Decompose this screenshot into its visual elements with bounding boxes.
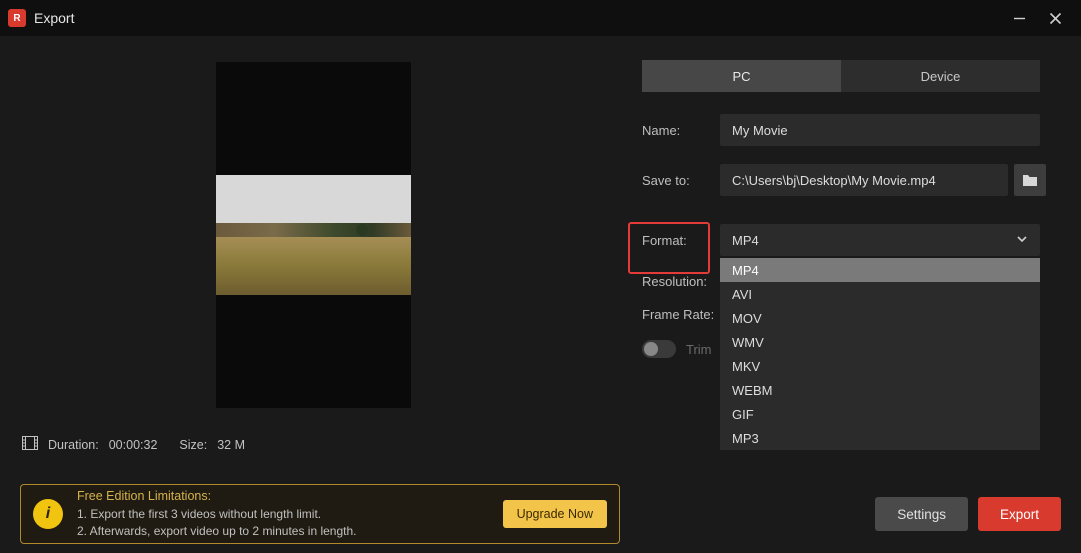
- format-select[interactable]: MP4: [720, 224, 1040, 256]
- app-logo: R: [8, 9, 26, 27]
- format-option-webm[interactable]: WEBM: [720, 378, 1040, 402]
- limitations-line1: 1. Export the first 3 videos without len…: [77, 506, 357, 523]
- format-option-wmv[interactable]: WMV: [720, 330, 1040, 354]
- name-label: Name:: [642, 123, 720, 138]
- resolution-label: Resolution:: [642, 274, 720, 289]
- video-meta: Duration: 00:00:32 Size: 32 M: [22, 436, 245, 453]
- format-row: Format: MP4 MP4 AVI MOV WMV MKV WEBM GIF: [642, 224, 1057, 256]
- format-option-mkv[interactable]: MKV: [720, 354, 1040, 378]
- tab-device[interactable]: Device: [841, 60, 1040, 92]
- browse-folder-button[interactable]: [1014, 164, 1046, 196]
- close-button[interactable]: [1037, 0, 1073, 36]
- format-option-mp3[interactable]: MP3: [720, 426, 1040, 450]
- video-preview: [216, 62, 411, 408]
- framerate-label: Frame Rate:: [642, 307, 732, 322]
- export-tabs: PC Device: [642, 60, 1040, 92]
- trim-toggle[interactable]: [642, 340, 676, 358]
- window-title: Export: [34, 10, 74, 26]
- duration-value: 00:00:32: [109, 438, 158, 452]
- size-value: 32 M: [217, 438, 245, 452]
- info-icon: i: [33, 499, 63, 529]
- upgrade-button[interactable]: Upgrade Now: [503, 500, 607, 528]
- format-option-mov[interactable]: MOV: [720, 306, 1040, 330]
- format-dropdown: MP4 AVI MOV WMV MKV WEBM GIF MP3: [720, 258, 1040, 450]
- export-form: PC Device Name: Save to: Format: MP4: [620, 36, 1081, 475]
- export-button[interactable]: Export: [978, 497, 1061, 531]
- minimize-button[interactable]: [1001, 0, 1037, 36]
- limitations-title: Free Edition Limitations:: [77, 488, 357, 506]
- format-option-mp4[interactable]: MP4: [720, 258, 1040, 282]
- limitations-box: i Free Edition Limitations: 1. Export th…: [20, 484, 620, 544]
- saveto-input[interactable]: [720, 164, 1008, 196]
- saveto-row: Save to:: [642, 164, 1057, 196]
- format-option-gif[interactable]: GIF: [720, 402, 1040, 426]
- film-icon: [22, 436, 38, 453]
- saveto-label: Save to:: [642, 173, 720, 188]
- trim-label: Trim: [686, 342, 712, 357]
- title-bar: R Export: [0, 0, 1081, 36]
- format-selected-value: MP4: [732, 233, 759, 248]
- size-label: Size:: [179, 438, 207, 452]
- format-option-avi[interactable]: AVI: [720, 282, 1040, 306]
- footer: i Free Edition Limitations: 1. Export th…: [0, 475, 1081, 553]
- settings-button[interactable]: Settings: [875, 497, 968, 531]
- format-label: Format:: [642, 233, 720, 248]
- chevron-down-icon: [1016, 233, 1028, 248]
- name-row: Name:: [642, 114, 1057, 146]
- tab-pc[interactable]: PC: [642, 60, 841, 92]
- limitations-line2: 2. Afterwards, export video up to 2 minu…: [77, 523, 357, 540]
- duration-label: Duration:: [48, 438, 99, 452]
- video-thumbnail: [216, 175, 411, 295]
- preview-panel: Duration: 00:00:32 Size: 32 M: [0, 36, 620, 475]
- name-input[interactable]: [720, 114, 1040, 146]
